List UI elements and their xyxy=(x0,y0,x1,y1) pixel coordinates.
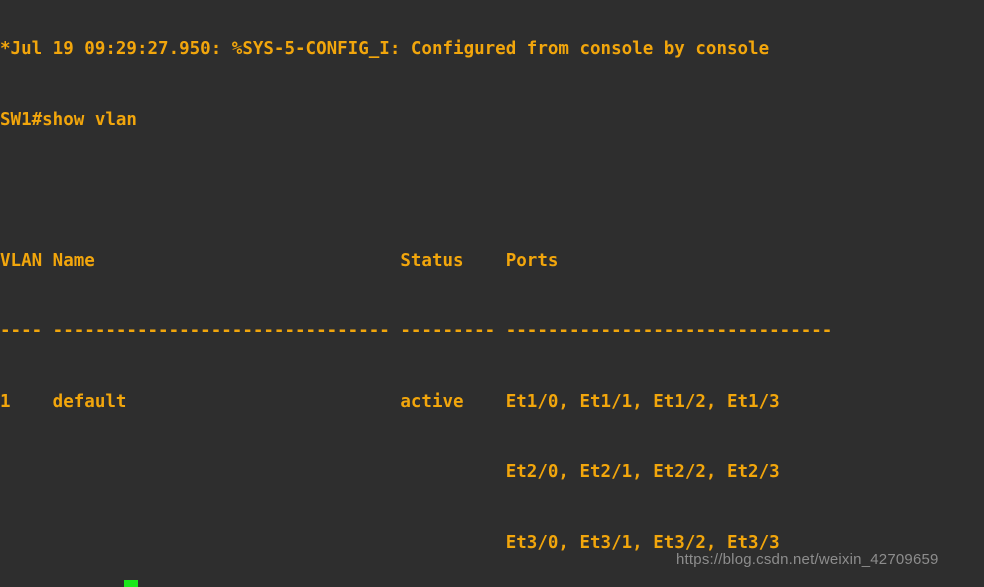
terminal-window[interactable]: *Jul 19 09:29:27.950: %SYS-5-CONFIG_I: C… xyxy=(0,0,984,587)
log-line-syslog: *Jul 19 09:29:27.950: %SYS-5-CONFIG_I: C… xyxy=(0,39,770,59)
terminal-output: *Jul 19 09:29:27.950: %SYS-5-CONFIG_I: C… xyxy=(0,0,984,587)
table-row-ports-cont-2: Et3/0, Et3/1, Et3/2, Et3/3 xyxy=(0,532,780,553)
prompt-line-show-vlan: SW1#show vlan xyxy=(0,109,137,130)
vlan-table-header: VLAN Name Status Ports xyxy=(0,250,559,271)
table-row-ports-cont-1: Et2/0, Et2/1, Et2/2, Et2/3 xyxy=(0,462,780,482)
table-row: 1 default active Et1/0, Et1/1, Et1/2, Et… xyxy=(0,391,780,412)
vlan-table-header-rule: ---- -------------------------------- --… xyxy=(0,321,833,341)
text-cursor xyxy=(124,580,138,587)
